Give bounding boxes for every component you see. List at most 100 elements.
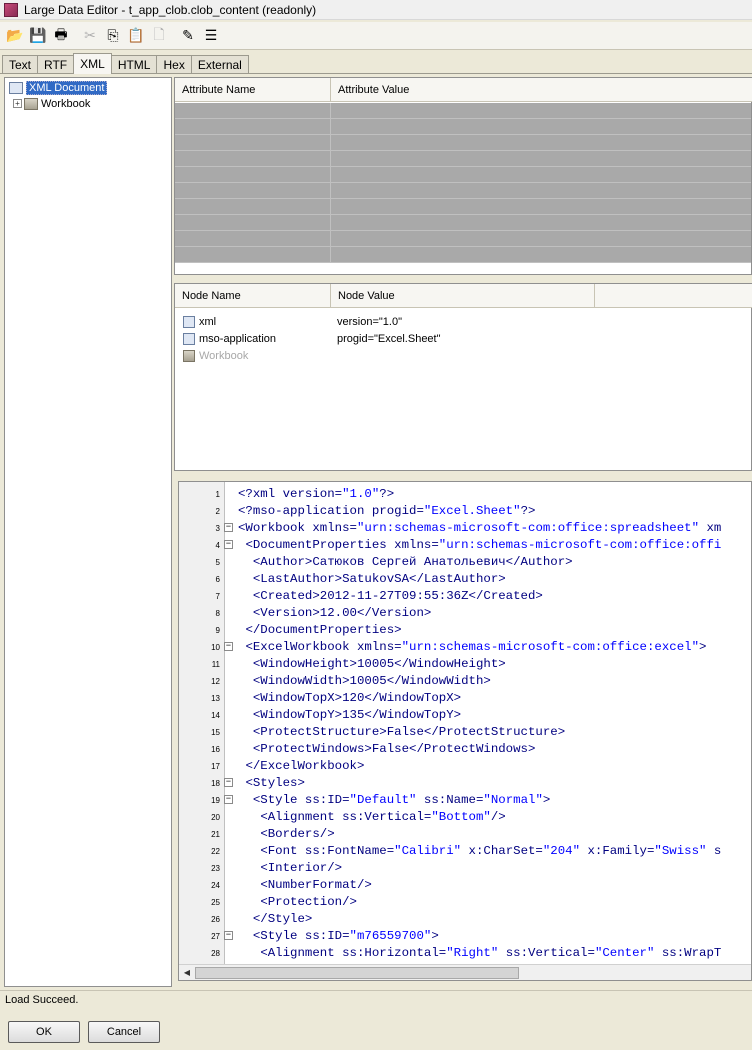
code-line[interactable]: 26 </Style> <box>179 911 751 928</box>
line-number: 23 <box>211 864 220 873</box>
save-icon[interactable]: 💾 <box>27 25 49 47</box>
code-text: <DocumentProperties xmlns="urn:schemas-m… <box>245 538 722 552</box>
edit-icon[interactable]: ✎ <box>177 25 199 47</box>
code-line[interactable]: 24 <NumberFormat/> <box>179 877 751 894</box>
code-text: <NumberFormat/> <box>260 878 372 892</box>
code-line[interactable]: 17 </ExcelWorkbook> <box>179 758 751 775</box>
collapse-icon[interactable]: − <box>224 778 233 787</box>
code-line[interactable]: 6 <LastAuthor>SatukovSA</LastAuthor> <box>179 571 751 588</box>
code-line[interactable]: 27− <Style ss:ID="m76559700"> <box>179 928 751 945</box>
attribute-row[interactable] <box>175 215 751 231</box>
scrollbar-thumb[interactable] <box>195 967 519 979</box>
code-line[interactable]: 14 <WindowTopY>135</WindowTopY> <box>179 707 751 724</box>
code-line[interactable]: 3− <Workbook xmlns="urn:schemas-microsoft… <box>179 520 751 537</box>
collapse-icon[interactable]: − <box>224 523 233 532</box>
column-filler <box>595 284 751 308</box>
code-line[interactable]: 1 <?xml version="1.0"?> <box>179 486 751 503</box>
attribute-row[interactable] <box>175 231 751 247</box>
copy-icon[interactable]: ⎘ <box>102 25 124 47</box>
code-line[interactable]: 12 <WindowWidth>10005</WindowWidth> <box>179 673 751 690</box>
line-number: 19 <box>211 796 220 805</box>
xml-node-icon <box>183 315 195 328</box>
tab-text[interactable]: Text <box>2 55 39 73</box>
code-line[interactable]: 7 <Created>2012-11-27T09:55:36Z</Created… <box>179 588 751 605</box>
attribute-row[interactable] <box>175 135 751 151</box>
code-line[interactable]: 23 <Interior/> <box>179 860 751 877</box>
code-line[interactable]: 25 <Protection/> <box>179 894 751 911</box>
code-line[interactable]: 16 <ProtectWindows>False</ProtectWindows… <box>179 741 751 758</box>
tab-external[interactable]: External <box>190 55 249 73</box>
column-attribute-value[interactable]: Attribute Value <box>331 78 751 102</box>
code-text: <Created>2012-11-27T09:55:36Z</Created> <box>252 589 543 603</box>
column-node-value[interactable]: Node Value <box>331 284 595 308</box>
code-line[interactable]: 28 <Alignment ss:Horizontal="Right" ss:V… <box>179 945 751 962</box>
tab-hex[interactable]: Hex <box>156 55 192 73</box>
code-line[interactable]: 5 <Author>Сатюков Сергей Анатольевич</Au… <box>179 554 751 571</box>
node-row[interactable]: xml version="1.0" <box>175 313 751 330</box>
code-text: <Author>Сатюков Сергей Анатольевич</Auth… <box>252 555 573 569</box>
code-line[interactable]: 10− <ExcelWorkbook xmlns="urn:schemas-mi… <box>179 639 751 656</box>
code-text: </DocumentProperties> <box>245 623 402 637</box>
code-line[interactable]: 22 <Font ss:FontName="Calibri" x:CharSet… <box>179 843 751 860</box>
node-row[interactable]: Workbook <box>175 347 751 364</box>
line-number: 10 <box>211 643 220 652</box>
attribute-name-cell <box>175 103 331 118</box>
attribute-name-cell <box>175 215 331 230</box>
code-line[interactable]: 18− <Styles> <box>179 775 751 792</box>
expand-icon[interactable]: + <box>13 99 22 108</box>
tree-item-root[interactable]: XML Document <box>9 80 108 95</box>
scroll-left-icon[interactable]: ◀ <box>181 967 193 979</box>
attribute-row[interactable] <box>175 119 751 135</box>
node-name: xml <box>199 315 217 328</box>
code-line[interactable]: 9 </DocumentProperties> <box>179 622 751 639</box>
attribute-row[interactable] <box>175 247 751 263</box>
print-icon[interactable]: 🖶 <box>50 25 72 47</box>
line-number: 20 <box>211 813 220 822</box>
tab-rtf[interactable]: RTF <box>37 55 75 73</box>
tab-xml[interactable]: XML <box>73 53 112 74</box>
status-text: Load Succeed. <box>5 993 79 1006</box>
tree-item-label: Workbook <box>41 97 91 110</box>
code-line[interactable]: 19− <Style ss:ID="Default" ss:Name="Norm… <box>179 792 751 809</box>
attribute-name-cell <box>175 119 331 134</box>
code-line[interactable]: 15 <ProtectStructure>False</ProtectStruc… <box>179 724 751 741</box>
horizontal-scrollbar[interactable]: ◀ <box>179 964 751 980</box>
code-line[interactable]: 13 <WindowTopX>120</WindowTopX> <box>179 690 751 707</box>
attribute-row[interactable] <box>175 151 751 167</box>
node-value-cell: version="1.0" <box>337 315 402 328</box>
cancel-button[interactable]: Cancel <box>88 1021 160 1043</box>
code-text: <Font ss:FontName="Calibri" x:CharSet="2… <box>260 844 722 858</box>
tree-item-workbook[interactable]: + Workbook <box>13 96 90 111</box>
line-number: 8 <box>215 609 220 618</box>
code-line[interactable]: 11 <WindowHeight>10005</WindowHeight> <box>179 656 751 673</box>
attribute-row[interactable] <box>175 103 751 119</box>
node-row[interactable]: mso-application progid="Excel.Sheet" <box>175 330 751 347</box>
folder-icon <box>183 349 195 362</box>
line-number: 21 <box>211 830 220 839</box>
collapse-icon[interactable]: − <box>224 931 233 940</box>
attribute-row[interactable] <box>175 167 751 183</box>
xml-code-editor[interactable]: 1 <?xml version="1.0"?> 2 <?mso-application… <box>178 481 752 981</box>
code-text: <Borders/> <box>260 827 335 841</box>
column-node-name[interactable]: Node Name <box>175 284 331 308</box>
folder-icon <box>24 97 38 110</box>
attribute-row[interactable] <box>175 199 751 215</box>
wrap-icon[interactable]: ☰ <box>200 25 222 47</box>
code-line[interactable]: 20 <Alignment ss:Vertical="Bottom"/> <box>179 809 751 826</box>
collapse-icon[interactable]: − <box>224 642 233 651</box>
code-lines: 1 <?xml version="1.0"?> 2 <?mso-application… <box>179 486 751 962</box>
code-text: <Workbook xmlns="urn:schemas-microsoft-c… <box>238 521 722 535</box>
status-bar: Load Succeed. <box>0 990 752 1008</box>
column-attribute-name[interactable]: Attribute Name <box>175 78 331 102</box>
code-line[interactable]: 21 <Borders/> <box>179 826 751 843</box>
ok-button[interactable]: OK <box>8 1021 80 1043</box>
collapse-icon[interactable]: − <box>224 540 233 549</box>
tab-html[interactable]: HTML <box>110 55 158 73</box>
collapse-icon[interactable]: − <box>224 795 233 804</box>
code-line[interactable]: 8 <Version>12.00</Version> <box>179 605 751 622</box>
attribute-row[interactable] <box>175 183 751 199</box>
code-text: <Alignment ss:Horizontal="Right" ss:Vert… <box>260 946 722 960</box>
xml-document-icon <box>9 81 23 94</box>
code-line[interactable]: 4− <DocumentProperties xmlns="urn:schema… <box>179 537 751 554</box>
code-line[interactable]: 2 <?mso-application progid="Excel.Sheet"?… <box>179 503 751 520</box>
